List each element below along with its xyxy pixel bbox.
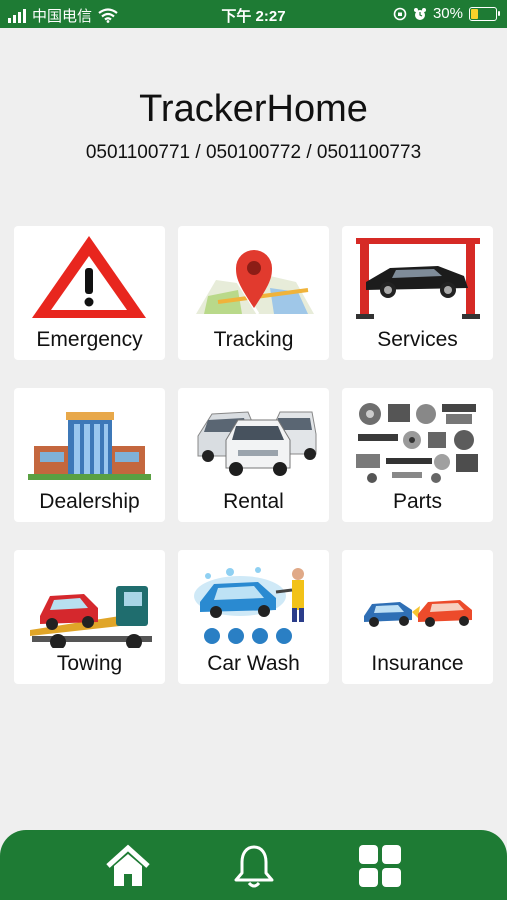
car-crash-icon [364, 600, 472, 627]
app-title: TrackerHome [139, 88, 368, 130]
rental-cars-icon [197, 411, 317, 476]
map-pin-icon [196, 250, 314, 315]
car-parts-icon [356, 403, 478, 483]
tile-car-wash[interactable]: Car Wash [178, 550, 329, 684]
tile-parts[interactable]: Parts [342, 388, 493, 522]
alarm-icon [413, 7, 426, 20]
tile-dealership[interactable]: Dealership [14, 388, 165, 522]
tile-label: Towing [56, 652, 123, 675]
tile-label: Services [377, 328, 458, 351]
warning-triangle-icon [32, 236, 146, 318]
status-right: 30% [393, 5, 500, 22]
tile-towing[interactable]: Towing [14, 550, 165, 684]
status-bar: 中国电信 下午 2:27 30% [0, 0, 507, 28]
dealership-building-icon [28, 412, 151, 480]
home-icon[interactable] [104, 842, 152, 890]
tow-truck-icon [30, 586, 152, 648]
tile-label: Insurance [371, 652, 464, 675]
car-wash-icon [194, 567, 304, 644]
tile-insurance[interactable]: Insurance [342, 550, 493, 684]
bell-icon[interactable] [230, 842, 278, 890]
service-grid: Emergency Tracking Services Dealership R… [14, 226, 494, 684]
tile-tracking[interactable]: Tracking [178, 226, 329, 360]
tile-label: Emergency [36, 328, 143, 351]
grid-icon[interactable] [356, 842, 404, 890]
orientation-lock-icon [393, 7, 407, 20]
tile-label: Tracking [213, 328, 294, 351]
bottom-nav [0, 830, 507, 900]
tile-services[interactable]: Services [342, 226, 493, 360]
battery-fill [471, 8, 478, 19]
tile-label: Rental [223, 490, 284, 513]
tile-label: Dealership [39, 490, 140, 513]
tile-label: Car Wash [207, 652, 300, 675]
battery-percent: 30% [432, 5, 463, 22]
car-lift-icon [356, 238, 480, 319]
tile-rental[interactable]: Rental [178, 388, 329, 522]
phone-numbers: 0501100771 / 050100772 / 0501100773 [85, 142, 422, 163]
tile-label: Parts [392, 490, 442, 513]
tile-emergency[interactable]: Emergency [14, 226, 165, 360]
battery-icon [469, 6, 500, 21]
